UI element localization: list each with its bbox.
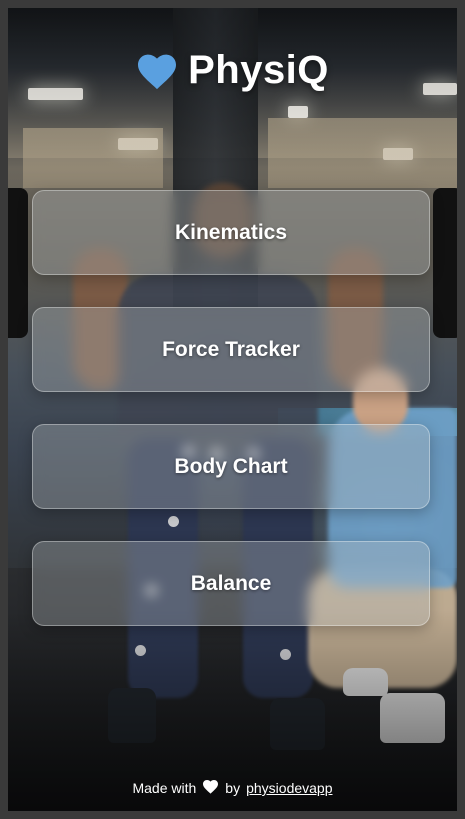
author-link[interactable]: physiodevapp [246, 780, 332, 796]
footer-by: by [225, 780, 241, 796]
heart-icon [136, 52, 178, 90]
footer: Made with by physiodevapp [8, 779, 457, 797]
app-screen: PhysiQ Kinematics Force Tracker Body Cha… [8, 8, 457, 811]
heart-icon [202, 779, 219, 797]
app-title: PhysiQ [188, 48, 329, 92]
app-header: PhysiQ [8, 48, 457, 93]
kinematics-button[interactable]: Kinematics [32, 190, 430, 275]
body-chart-button[interactable]: Body Chart [32, 424, 430, 509]
force-tracker-button[interactable]: Force Tracker [32, 307, 430, 392]
balance-button[interactable]: Balance [32, 541, 430, 626]
footer-prefix: Made with [132, 780, 197, 796]
gym-background-image [8, 8, 457, 811]
